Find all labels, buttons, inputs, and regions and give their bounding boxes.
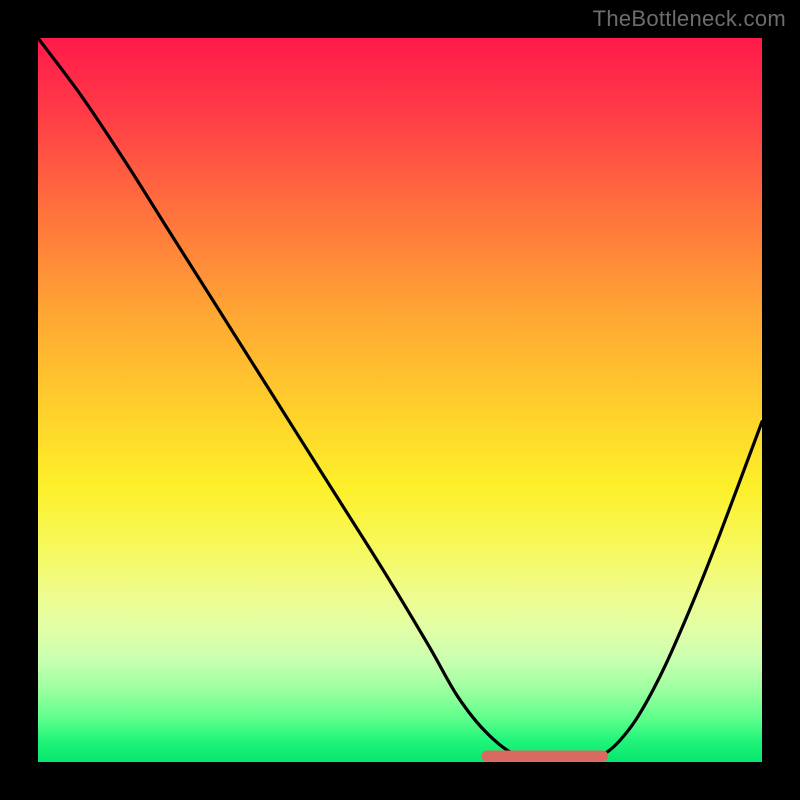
curve-path: [38, 38, 762, 757]
watermark-text: TheBottleneck.com: [593, 6, 786, 32]
bottleneck-curve: [38, 38, 762, 762]
chart-frame: TheBottleneck.com: [0, 0, 800, 800]
plot-area: [38, 38, 762, 762]
